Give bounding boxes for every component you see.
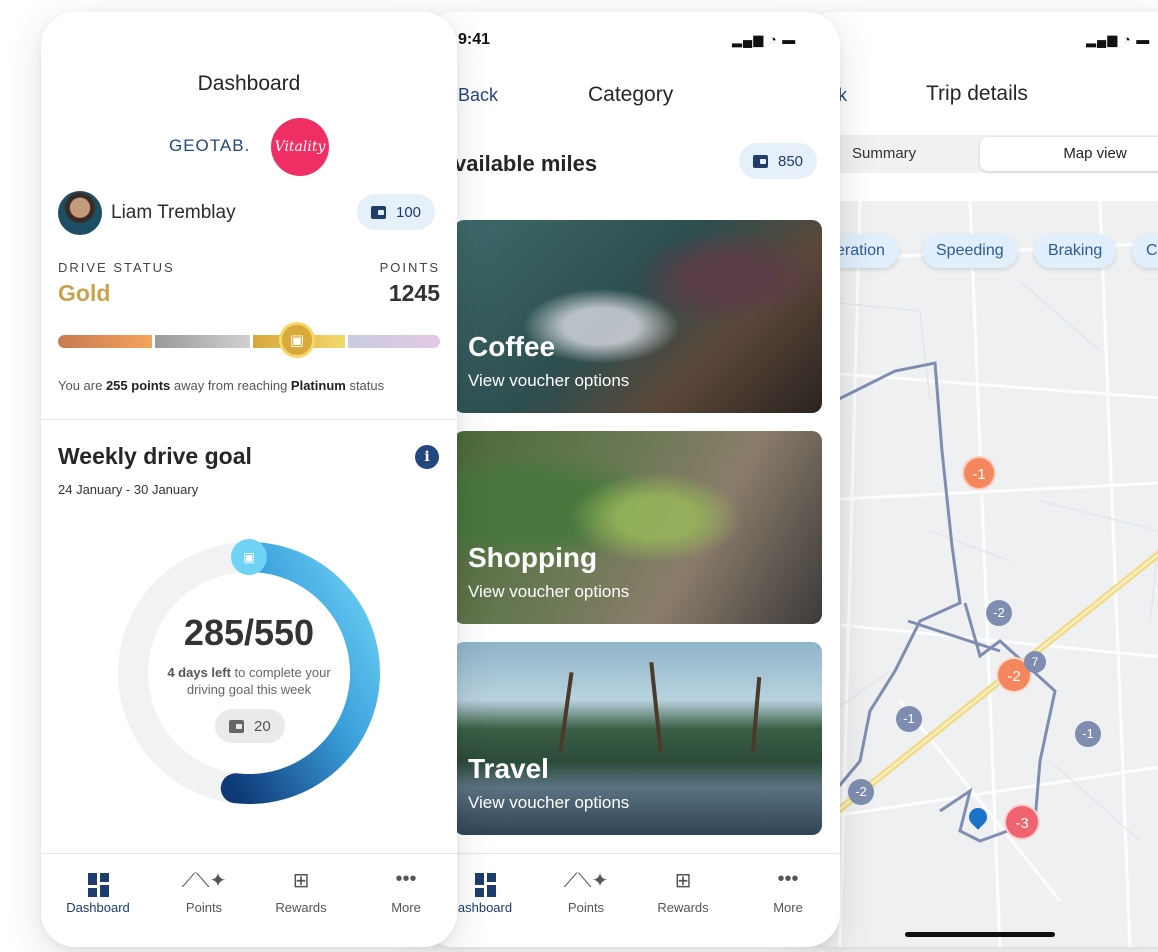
event-marker[interactable]: -2	[986, 600, 1012, 626]
drive-status-value: Gold	[58, 280, 111, 306]
tab-label: ashboard	[457, 900, 513, 915]
info-icon[interactable]: i	[415, 445, 439, 469]
status-next-tier: Platinum	[290, 378, 346, 393]
event-marker[interactable]: -3	[1004, 804, 1040, 840]
dashboard-screen: Dashboard GEOTAB. Vitality Liam Tremblay…	[41, 12, 457, 947]
event-marker[interactable]: -1	[896, 706, 922, 732]
wallet-icon	[753, 154, 768, 168]
event-marker[interactable]: -2	[848, 779, 874, 805]
tab-points[interactable]: ⟋⟍✦ Points	[541, 868, 631, 915]
more-icon: •••	[777, 868, 799, 890]
more-icon: •••	[395, 868, 417, 890]
tab-label: Points	[185, 900, 223, 915]
event-marker[interactable]: -1	[962, 456, 996, 490]
tab-label: Rewards	[657, 900, 709, 915]
map-canvas	[800, 201, 1158, 947]
points-icon: ⟋⟍✦	[181, 870, 227, 892]
page-title: Dashboard	[197, 72, 301, 95]
filter-cornering[interactable]: C	[1132, 234, 1158, 268]
user-name: Liam Tremblay	[111, 202, 236, 223]
drive-status-label: DRIVE STATUS	[58, 260, 175, 275]
event-marker[interactable]: -1	[1075, 721, 1101, 747]
tab-dashboard[interactable]: Dashboard	[53, 868, 143, 915]
segment-map-view[interactable]: Map view	[980, 137, 1158, 171]
palm-decoration	[750, 676, 762, 753]
card-title: Coffee	[468, 331, 556, 362]
tab-rewards[interactable]: ⊞ Rewards	[638, 868, 728, 915]
category-card-coffee[interactable]: Coffee View voucher options	[454, 220, 822, 413]
tab-bar: Dashboard ⟋⟍✦ Points ⊞ Rewards ••• More	[41, 853, 457, 947]
tab-bar: ashboard ⟋⟍✦ Points ⊞ Rewards ••• More	[420, 853, 840, 947]
tab-label: More	[391, 900, 421, 915]
tab-label: Dashboard	[66, 900, 130, 915]
rewards-icon: ⊞	[292, 870, 310, 892]
palm-decoration	[558, 672, 574, 752]
card-title: Shopping	[468, 542, 598, 573]
dashboard-icon	[53, 868, 143, 897]
status-time: 9:41	[458, 31, 491, 48]
home-indicator	[905, 932, 1055, 937]
wallet-points: 100	[396, 203, 422, 221]
rewards-icon: ⊞	[674, 870, 692, 892]
wallet-icon	[371, 205, 386, 219]
filter-speeding[interactable]: Speeding	[922, 234, 1018, 268]
car-icon: ▣	[243, 550, 255, 565]
car-icon: ▣	[279, 322, 315, 358]
filter-braking[interactable]: Braking	[1034, 234, 1117, 268]
card-subtitle: View voucher options	[468, 793, 630, 812]
tier-bar-silver	[155, 335, 250, 348]
card-title: Travel	[468, 753, 549, 784]
category-screen: 9:41 ▂▄▆ ◔ ▬ Back Category vailable mile…	[420, 12, 840, 947]
tab-label: Rewards	[275, 900, 327, 915]
status-message: You are 255 points away from reaching Pl…	[58, 378, 384, 393]
segment-summary[interactable]: Summary	[852, 145, 916, 162]
avatar[interactable]	[58, 191, 102, 235]
status-text: status	[345, 378, 385, 393]
available-miles-heading: vailable miles	[454, 151, 598, 176]
status-text: away from reaching	[170, 378, 291, 393]
goal-days-left: 4 days left to complete your driving goa…	[159, 664, 339, 698]
geotab-logo: GEOTAB.	[169, 136, 251, 155]
tab-more[interactable]: ••• More	[361, 868, 451, 915]
category-card-shopping[interactable]: Shopping View voucher options	[454, 431, 822, 624]
points-icon: ⟋⟍✦	[563, 870, 609, 892]
goal-title: Weekly drive goal	[58, 443, 252, 469]
tier-bar-bronze	[58, 335, 152, 348]
category-card-travel[interactable]: Travel View voucher options	[454, 642, 822, 835]
event-marker[interactable]: 7	[1024, 651, 1046, 673]
trip-details-screen: ▂▄▆ ◔ ▬ k Trip details Summary Map view …	[800, 12, 1158, 947]
back-link[interactable]: Back	[458, 85, 498, 106]
days-left: 4 days left	[167, 665, 231, 680]
status-text: You are	[58, 378, 106, 393]
tab-label: Points	[567, 900, 605, 915]
tier-bar-platinum	[348, 335, 440, 348]
tab-more[interactable]: ••• More	[743, 868, 833, 915]
tab-points[interactable]: ⟋⟍✦ Points	[159, 868, 249, 915]
page-title: Category	[588, 83, 674, 106]
vitality-logo: Vitality	[271, 118, 329, 176]
goal-date-range: 24 January - 30 January	[58, 482, 199, 497]
goal-reward: 20	[254, 717, 271, 735]
card-subtitle: View voucher options	[468, 371, 630, 390]
miles-chip: 850	[739, 143, 818, 179]
tab-rewards[interactable]: ⊞ Rewards	[256, 868, 346, 915]
points-value: 1245	[388, 280, 440, 306]
goal-reward-chip: 20	[215, 709, 285, 743]
card-subtitle: View voucher options	[468, 582, 630, 601]
status-points-needed: 255 points	[105, 378, 171, 393]
wallet-points-chip[interactable]: 100	[357, 194, 436, 230]
wallet-icon	[229, 719, 244, 733]
palm-decoration	[649, 662, 663, 752]
trip-map[interactable]: -1 -2 -2 7 -1 -1 -2 -3	[800, 201, 1158, 947]
segmented-control: Summary Map view	[822, 135, 1158, 173]
status-icons: ▂▄▆ ◔ ▬	[1086, 32, 1151, 47]
divider	[41, 419, 457, 420]
tab-label: More	[773, 900, 803, 915]
points-label: POINTS	[379, 260, 440, 275]
goal-progress-value: 285/550	[183, 612, 315, 653]
status-icons: ▂▄▆ ◔ ▬	[732, 32, 797, 47]
miles-value: 850	[778, 152, 804, 170]
page-title: Trip details	[926, 82, 1028, 105]
